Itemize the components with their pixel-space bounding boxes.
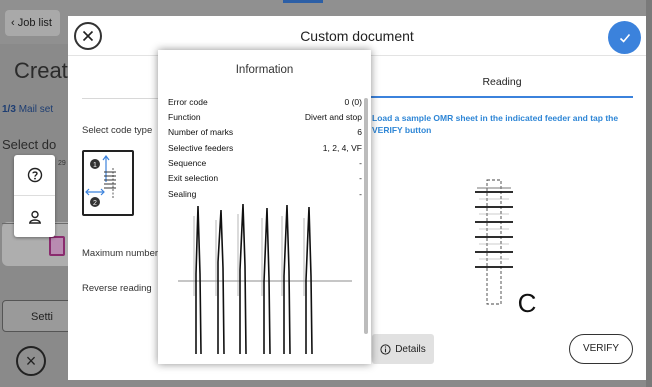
info-value: - — [359, 173, 362, 183]
maximum-number-label: Maximum number o — [82, 248, 166, 259]
info-value: - — [359, 158, 362, 168]
divider — [82, 98, 160, 99]
settings-column: Select code type 1 2 Maximum number o Re… — [68, 56, 166, 380]
topbar-accent — [283, 0, 323, 3]
background-close-button[interactable]: × — [16, 346, 46, 376]
information-popup: Information Error code 0 (0) Function Di… — [158, 50, 371, 364]
info-value: 6 — [357, 127, 362, 137]
code-type-selector[interactable]: 1 2 — [82, 150, 134, 216]
info-key: Sequence — [168, 158, 207, 168]
info-value: - — [359, 189, 362, 199]
omr-sample-illustration: C — [467, 174, 543, 318]
info-key: Error code — [168, 97, 208, 107]
create-heading: Creat — [14, 58, 68, 83]
omr-sheet-icon: C — [475, 179, 537, 318]
info-key: Number of marks — [168, 127, 234, 137]
close-icon — [82, 30, 94, 42]
user-button[interactable] — [14, 196, 55, 237]
help-button[interactable] — [14, 155, 55, 196]
close-button[interactable] — [74, 22, 102, 50]
help-icon — [27, 167, 42, 183]
tab-reading[interactable]: Reading — [371, 76, 633, 98]
information-title: Information — [235, 64, 294, 76]
checkmark-icon — [619, 33, 630, 43]
user-icon — [28, 210, 41, 224]
verify-button[interactable]: VERIFY — [569, 334, 633, 364]
info-icon — [380, 343, 391, 355]
date-fragment: 29 — [58, 160, 66, 167]
reading-column: Reading Load a sample OMR sheet in the i… — [371, 56, 646, 380]
chevron-left-icon: ‹ — [11, 17, 18, 29]
background-right-edge — [646, 0, 652, 387]
info-key: Selective feeders — [168, 143, 234, 153]
omr-code-icon: 1 2 — [85, 155, 116, 207]
code-marker-2: 2 — [93, 200, 97, 207]
document-icon — [49, 236, 65, 256]
info-key: Function — [168, 112, 201, 122]
code-marker-1: 1 — [93, 162, 97, 169]
details-label: Details — [395, 343, 426, 355]
help-panel — [14, 155, 55, 237]
select-code-type-label: Select code type — [82, 125, 153, 136]
verify-instruction: Load a sample OMR sheet in the indicated… — [372, 113, 619, 135]
sample-letter: C — [518, 288, 537, 318]
select-document-label: Select do — [2, 137, 57, 152]
scrollbar[interactable] — [364, 98, 368, 334]
info-value: 1, 2, 4, VF — [322, 143, 362, 153]
step-indicator: 1/3 Mail set — [2, 104, 54, 115]
reverse-reading-label: Reverse reading — [82, 283, 152, 294]
info-key: Exit selection — [168, 173, 219, 183]
omr-scan-signal — [178, 203, 352, 354]
info-value: Divert and stop — [304, 112, 362, 122]
details-button[interactable]: Details — [372, 334, 434, 364]
confirm-button[interactable] — [608, 21, 641, 54]
job-list-back-button[interactable]: ‹ Job list — [5, 10, 60, 36]
info-value: 0 (0) — [344, 97, 362, 107]
